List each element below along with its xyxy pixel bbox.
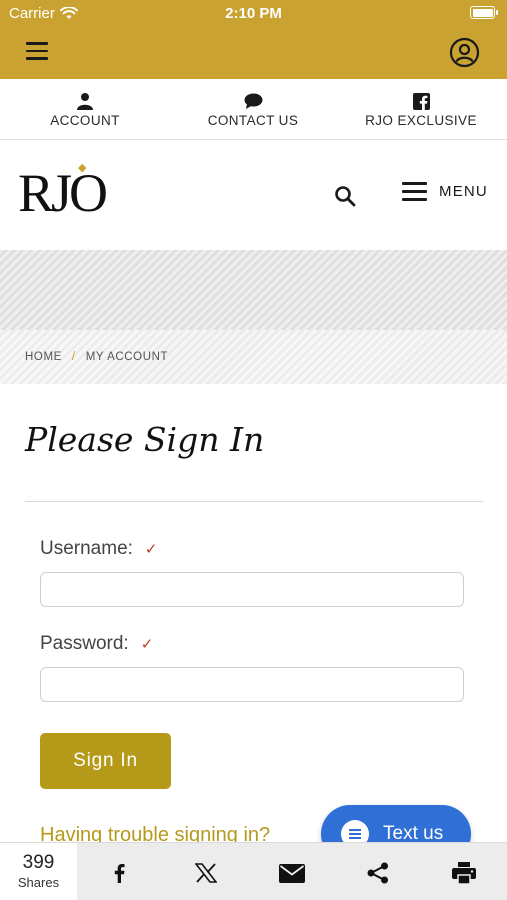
quick-link-account[interactable]: ACCOUNT [0, 91, 170, 128]
breadcrumb: HOME / MY ACCOUNT [0, 330, 507, 384]
email-share-icon[interactable] [279, 860, 305, 886]
hero-pattern-band [0, 250, 507, 330]
x-share-icon[interactable] [193, 860, 219, 886]
title-divider [25, 501, 483, 502]
share-count-label: Shares [17, 875, 60, 890]
password-label: Password: [40, 633, 129, 654]
logo-text: RJO [18, 163, 108, 223]
quick-link-label: ACCOUNT [50, 113, 120, 128]
status-bar: Carrier 2:10 PM [0, 0, 507, 28]
breadcrumb-current[interactable]: MY ACCOUNT [86, 351, 168, 363]
username-label-row: Username: ✓ [40, 538, 158, 560]
share-count: 399 Shares [0, 843, 77, 900]
password-label-row: Password: ✓ [40, 633, 153, 655]
quick-link-label: CONTACT US [207, 113, 299, 128]
menu-button[interactable]: MENU [402, 182, 488, 201]
share-count-number: 399 [22, 852, 55, 873]
required-check-icon: ✓ [144, 541, 158, 558]
search-icon[interactable] [333, 184, 357, 208]
password-input[interactable] [40, 667, 464, 702]
facebook-share-icon[interactable] [106, 860, 132, 886]
username-label: Username: [40, 538, 133, 559]
breadcrumb-home-link[interactable]: HOME [25, 351, 62, 363]
gem-icon: ◆ [78, 162, 87, 174]
app-header: Carrier 2:10 PM [0, 0, 507, 79]
facebook-icon [412, 92, 430, 110]
chat-bubble-icon [244, 93, 262, 109]
quick-links-bar: ACCOUNT CONTACT US RJO EXCLUSIVE [0, 79, 507, 140]
page-title: Please Sign In [25, 420, 265, 459]
person-icon [77, 93, 93, 110]
clock: 2:10 PM [225, 5, 282, 22]
quick-link-rjo-exclusive[interactable]: RJO EXCLUSIVE [336, 91, 506, 128]
breadcrumb-separator: / [71, 351, 76, 363]
share-bar: 399 Shares [0, 842, 507, 900]
user-profile-icon[interactable] [449, 37, 480, 68]
required-check-icon: ✓ [140, 636, 154, 653]
print-icon[interactable] [451, 860, 477, 886]
share-icon[interactable] [365, 860, 391, 886]
quick-link-contact-us[interactable]: CONTACT US [168, 91, 338, 128]
sign-in-button[interactable]: Sign In [40, 733, 171, 789]
menu-bars-icon [402, 182, 427, 201]
username-input[interactable] [40, 572, 464, 607]
site-header: RJO ◆ MENU [0, 140, 507, 250]
battery-icon [470, 6, 498, 19]
rjo-logo[interactable]: RJO ◆ [18, 162, 108, 223]
hamburger-menu-icon[interactable] [26, 42, 48, 60]
quick-link-label: RJO EXCLUSIVE [365, 113, 477, 128]
menu-label: MENU [439, 183, 488, 200]
